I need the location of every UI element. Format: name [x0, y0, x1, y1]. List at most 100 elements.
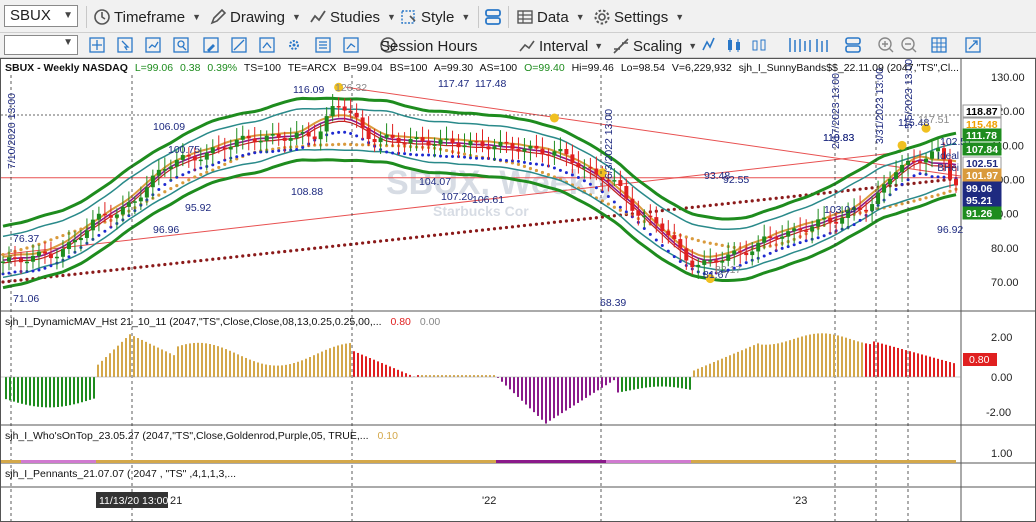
long-ma-dot	[438, 233, 443, 237]
interval-icon	[519, 40, 535, 52]
histogram-bar	[237, 354, 239, 377]
workspace-select[interactable]: ▼	[4, 35, 78, 55]
blue-ma-dot	[421, 153, 425, 157]
whos-on-top-segment	[496, 460, 606, 463]
drawing-tool-icon[interactable]	[231, 37, 247, 53]
mid-ma-dot	[948, 189, 952, 193]
candle-body	[636, 210, 641, 216]
histogram-bar	[653, 377, 655, 387]
long-ma-dot	[163, 262, 167, 267]
long-ma-dot	[396, 237, 401, 241]
histogram-bar	[805, 335, 807, 377]
studies-menu[interactable]: Studies ▼	[309, 6, 396, 28]
candle-body	[432, 144, 437, 146]
dynamic-mav-value2: 0.00	[420, 316, 441, 328]
data-menu[interactable]: Data ▼	[516, 6, 585, 28]
long-ma-dot	[25, 277, 29, 282]
cursor-icon[interactable]	[117, 37, 133, 53]
long-ma-dot	[492, 227, 497, 231]
expand-icon[interactable]	[965, 37, 981, 53]
line-chart-icon[interactable]	[702, 37, 715, 51]
zoom-icon[interactable]	[173, 37, 189, 53]
histogram-bar	[685, 377, 687, 389]
grid-icon[interactable]	[931, 37, 947, 53]
candle-body	[924, 158, 929, 163]
chevron-down-icon[interactable]: ▼	[63, 37, 73, 48]
gear-icon[interactable]	[289, 40, 299, 50]
symbol-input[interactable]: SBUX ▼	[4, 5, 78, 27]
histogram-bar	[925, 355, 927, 377]
candle-body	[384, 134, 389, 138]
mav-tick-neg2: -2.00	[986, 407, 1011, 419]
blue-ma-dot	[588, 182, 592, 186]
crosshair-icon[interactable]	[89, 37, 105, 53]
zoom-out-icon[interactable]	[901, 37, 917, 53]
alert-icon[interactable]	[259, 37, 275, 53]
candle-body	[648, 215, 653, 218]
histogram-bar	[57, 377, 59, 407]
chevron-down-icon[interactable]: ▼	[63, 6, 73, 26]
histogram-bar	[253, 361, 255, 377]
long-ma-dot	[552, 220, 557, 224]
histogram-bar	[737, 351, 739, 377]
zoom-in-icon[interactable]	[878, 37, 894, 53]
blue-ma-dot	[49, 264, 53, 268]
candlestick-icon[interactable]	[728, 38, 740, 52]
blue-ma-dot	[445, 155, 449, 159]
histogram-bar	[761, 344, 763, 377]
histogram-bar	[37, 377, 39, 407]
candle-body	[408, 139, 413, 144]
bar-chart-icon[interactable]	[789, 38, 811, 52]
candle-body	[444, 138, 449, 140]
eyedropper-icon[interactable]	[203, 37, 219, 53]
blue-ma-dot	[199, 166, 203, 170]
candle-body	[954, 179, 958, 186]
long-ma-dot	[97, 270, 101, 274]
orders-icon[interactable]	[315, 37, 331, 53]
chart-settings-icon[interactable]	[343, 37, 359, 53]
vertical-markers	[10, 75, 909, 521]
long-ma-dot	[367, 240, 371, 245]
histogram-bar	[5, 377, 7, 400]
histogram-bar	[757, 343, 759, 377]
time-label-2023: '23	[793, 495, 807, 507]
histogram-bar	[769, 344, 771, 377]
drawing-menu[interactable]: Drawing ▼	[209, 6, 301, 28]
histogram-bar	[109, 353, 111, 377]
histogram-bar	[681, 377, 683, 389]
histogram-bar	[113, 349, 115, 377]
long-ma-dot	[474, 229, 479, 233]
settings-menu[interactable]: Settings ▼	[593, 6, 684, 28]
style-menu[interactable]: Style ▼	[400, 6, 470, 28]
histogram-bar	[501, 377, 503, 382]
chart-area[interactable]: SBUX, Weekly Starbucks Cor 126.32 116.09 1…	[0, 58, 1036, 522]
blue-ma-dot	[475, 156, 479, 160]
candle-body	[264, 135, 269, 141]
price-annotation: 81.67	[703, 269, 729, 281]
interval-menu[interactable]: Interval ▼	[518, 36, 603, 56]
layout-icon[interactable]	[845, 37, 861, 53]
timeframe-menu[interactable]: Timeframe ▼	[93, 6, 201, 28]
layout-button[interactable]	[484, 6, 505, 28]
mid-ma-dot	[223, 162, 227, 167]
histogram-bar	[817, 333, 819, 377]
mid-ma-dot	[612, 205, 616, 209]
hollow-candle-icon[interactable]	[752, 39, 766, 51]
price-annotation: 106.61	[472, 194, 504, 206]
ohlc-icon[interactable]	[816, 39, 828, 52]
candle-body	[468, 141, 473, 146]
candle-body	[660, 223, 665, 232]
histogram-bar	[385, 364, 387, 377]
candle-body	[240, 135, 245, 140]
price-annotation: 71.06	[13, 293, 39, 305]
time-label-2022: '22	[482, 495, 496, 507]
legend-low: Lo=98.54	[621, 62, 665, 74]
chart-canvas[interactable]: SBUX, Weekly Starbucks Cor 126.32116.09 1…	[1, 59, 1035, 521]
session-hours-menu[interactable]: Session Hours	[380, 36, 478, 56]
candle-body	[642, 215, 647, 218]
mid-ma-dot	[25, 246, 29, 250]
chart-box-icon[interactable]	[145, 37, 161, 53]
scaling-menu[interactable]: Scaling ▼	[612, 36, 697, 56]
histogram-bar	[857, 341, 859, 377]
histogram-bar	[869, 344, 871, 377]
